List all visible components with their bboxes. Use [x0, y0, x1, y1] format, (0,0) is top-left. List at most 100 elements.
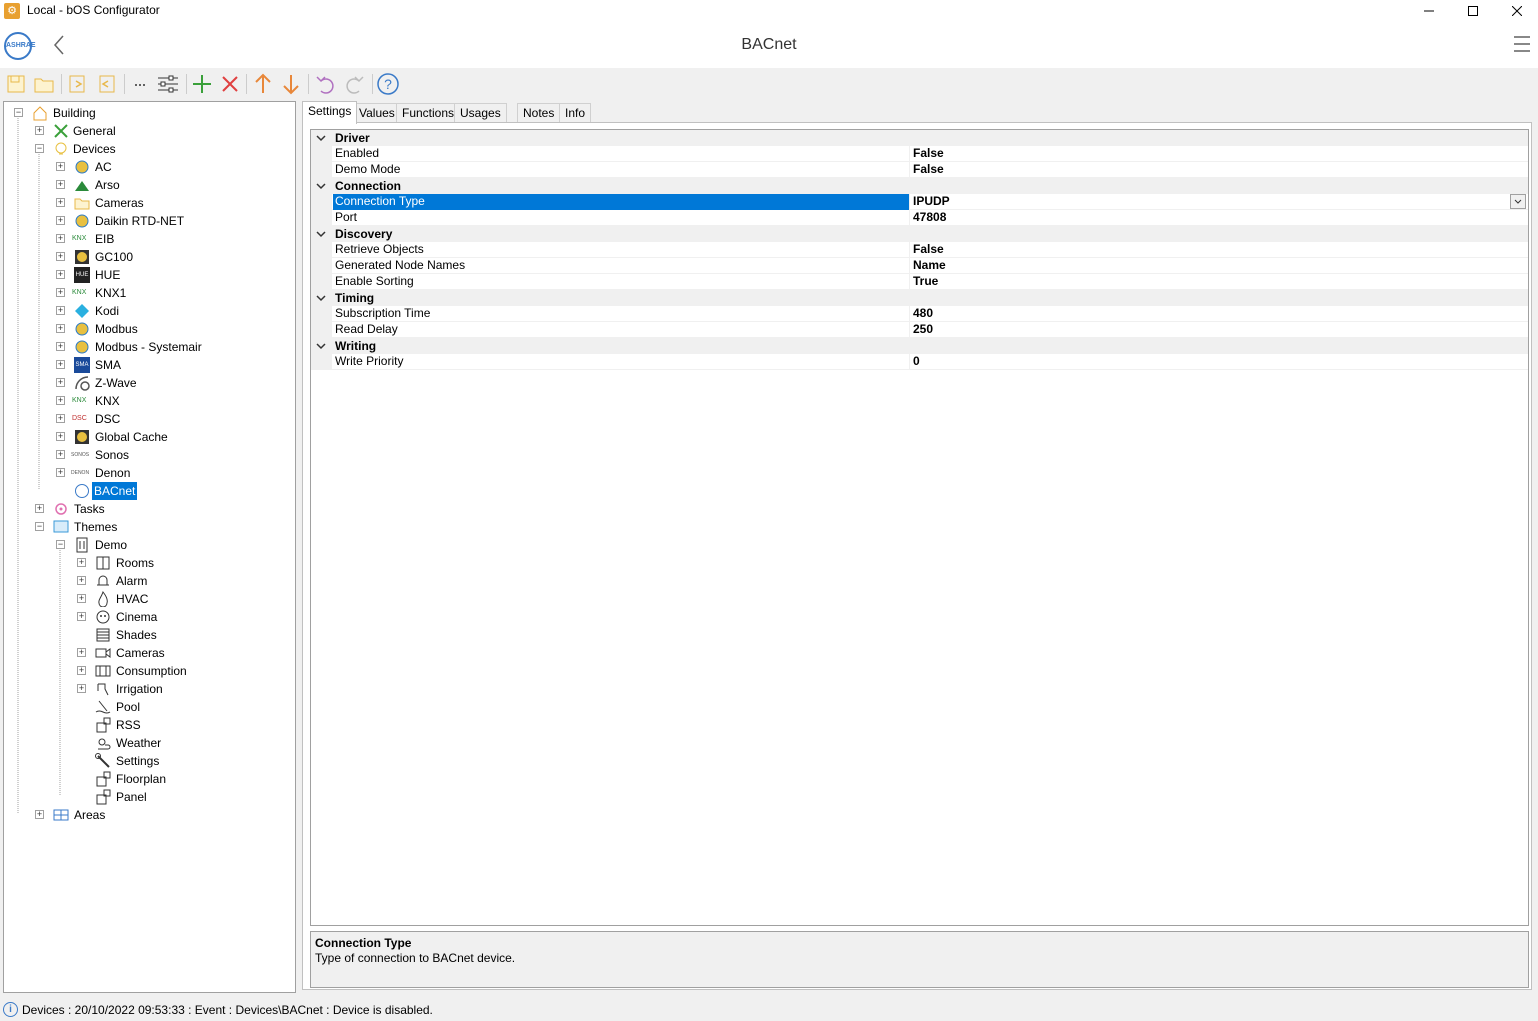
page-title: BACnet	[741, 36, 797, 53]
tab-functions[interactable]: Functions	[396, 103, 461, 123]
chevron-down-icon	[316, 135, 326, 142]
info-icon: i	[3, 1002, 18, 1017]
tab-values[interactable]: Values	[353, 103, 401, 123]
expand-icon: +	[35, 503, 44, 513]
expand-icon: +	[56, 251, 65, 261]
help-description: Type of connection to BACnet device.	[315, 951, 516, 965]
property-demo-mode[interactable]: Demo Mode False	[311, 162, 1528, 178]
floorplan-icon	[96, 771, 111, 787]
property-generated-node-names[interactable]: Generated Node Names Name	[311, 258, 1528, 274]
expand-icon: +	[77, 665, 86, 675]
chevron-down-icon	[316, 343, 326, 350]
expand-icon: +	[77, 593, 86, 603]
ashrae-icon	[75, 484, 89, 498]
property-port[interactable]: Port 47808	[311, 210, 1528, 226]
chevron-down-icon	[316, 295, 326, 302]
building-icon	[76, 537, 88, 553]
new-button[interactable]	[4, 72, 28, 96]
import-button[interactable]	[66, 72, 90, 96]
expand-icon: +	[56, 359, 65, 369]
expand-icon: +	[35, 125, 44, 135]
arrow-up-icon	[255, 73, 271, 93]
arrow-down-icon	[283, 75, 299, 95]
delete-icon	[222, 76, 238, 92]
property-read-delay[interactable]: Read Delay 250	[311, 322, 1528, 338]
delete-button[interactable]	[218, 72, 242, 96]
monitor-icon	[53, 520, 69, 533]
category-driver[interactable]: Driver	[311, 130, 1528, 146]
window-title: Local - bOS Configurator	[27, 3, 160, 17]
undo-button[interactable]	[314, 72, 338, 96]
denon-icon: DENON	[71, 470, 90, 476]
sliders-icon	[158, 75, 178, 93]
move-down-button[interactable]	[279, 72, 303, 96]
tab-info[interactable]: Info	[559, 103, 592, 123]
undo-icon	[316, 76, 334, 94]
property-retrieve-objects[interactable]: Retrieve Objects False	[311, 242, 1528, 258]
status-text: Devices : 20/10/2022 09:53:33 : Event : …	[22, 1003, 433, 1017]
category-timing[interactable]: Timing	[311, 290, 1528, 306]
new-file-icon	[7, 75, 25, 93]
status-bar: i Devices : 20/10/2022 09:53:33 : Event …	[0, 998, 1538, 1021]
category-connection[interactable]: Connection	[311, 178, 1528, 194]
hamburger-icon	[1514, 36, 1530, 38]
expand-icon: +	[56, 323, 65, 333]
category-writing[interactable]: Writing	[311, 338, 1528, 354]
gear-icon	[75, 160, 89, 174]
category-discovery[interactable]: Discovery	[311, 226, 1528, 242]
expand-icon: +	[56, 269, 65, 279]
filter-button[interactable]	[156, 72, 180, 96]
move-up-button[interactable]	[251, 72, 275, 96]
property-write-priority[interactable]: Write Priority 0	[311, 354, 1528, 370]
property-connection-type[interactable]: Connection Type IPUDP	[311, 194, 1528, 210]
bell-icon	[97, 575, 109, 586]
globalcache-icon	[75, 430, 89, 444]
expand-icon: +	[77, 557, 86, 567]
shades-icon	[96, 628, 110, 642]
property-enabled[interactable]: Enabled False	[311, 146, 1528, 162]
minimize-button[interactable]	[1406, 0, 1452, 22]
connection-type-dropdown[interactable]	[1510, 194, 1526, 209]
chevron-down-icon	[316, 231, 326, 238]
property-enable-sorting[interactable]: Enable Sorting True	[311, 274, 1528, 290]
tab-usages[interactable]: Usages (0)	[454, 103, 507, 138]
lightbulb-icon	[55, 142, 67, 155]
tab-settings[interactable]: Settings	[302, 101, 358, 124]
expand-icon: +	[35, 809, 44, 819]
svg-text:?: ?	[384, 76, 392, 92]
irrigation-icon	[97, 683, 109, 696]
export-button[interactable]	[94, 72, 118, 96]
property-subscription-time[interactable]: Subscription Time 480	[311, 306, 1528, 322]
collapse-icon: −	[14, 107, 23, 117]
more-button[interactable]	[128, 72, 152, 96]
expand-icon: +	[56, 413, 65, 423]
help-button[interactable]: ?	[376, 72, 400, 96]
tab-notes[interactable]: Notes	[517, 103, 561, 123]
expand-icon: +	[77, 647, 86, 657]
solar-icon	[75, 181, 89, 191]
pool-icon	[95, 700, 111, 714]
menu-button[interactable]	[1514, 36, 1530, 54]
expand-icon: +	[77, 575, 86, 585]
panel-icon	[96, 789, 111, 805]
settings-panel: Driver Enabled False Demo Mode False Con…	[302, 122, 1532, 990]
maximize-button[interactable]	[1450, 0, 1496, 22]
tree-panel: − Building + General − Devices + AC + Ar…	[3, 101, 296, 993]
expand-icon: +	[56, 215, 65, 225]
add-button[interactable]	[190, 72, 214, 96]
chevron-down-icon	[316, 183, 326, 190]
title-bar: ⚙ Local - bOS Configurator	[0, 0, 1538, 22]
knx-icon: KNX	[72, 235, 87, 242]
help-icon: ?	[377, 73, 399, 95]
collapse-icon: −	[35, 521, 44, 531]
wrench-icon	[95, 753, 110, 768]
header-bar: ASHRAE BACnet	[0, 22, 1538, 68]
open-button[interactable]	[32, 72, 56, 96]
minimize-icon	[1424, 10, 1434, 12]
camera-icon	[95, 648, 111, 658]
expand-icon: +	[56, 467, 65, 477]
redo-button[interactable]	[342, 72, 366, 96]
close-button[interactable]	[1494, 0, 1538, 22]
house-icon	[33, 106, 47, 121]
app-icon: ⚙	[4, 3, 20, 19]
